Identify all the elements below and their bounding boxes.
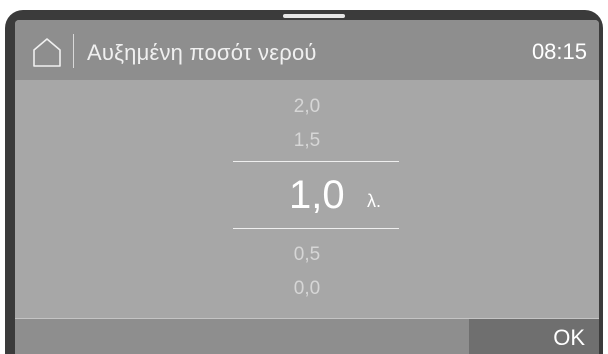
clock-time: 08:15 [531, 39, 587, 64]
unit-label: λ. [367, 191, 382, 211]
page-title: Αυξημένη ποσότ νερού [87, 40, 317, 65]
picker-option[interactable]: 1,5 [15, 130, 599, 152]
ok-button-label: OK [553, 325, 585, 350]
picker-option[interactable]: 0,5 [15, 244, 599, 266]
value-picker[interactable]: 2,0 1,5 1,0 λ. 0,5 0,0 [15, 80, 599, 318]
selection-divider-top [233, 161, 399, 162]
device-frame: Αυξημένη ποσότ νερού 08:15 2,0 1,5 1,0 λ… [5, 10, 603, 354]
top-indicator [283, 14, 345, 18]
ok-button[interactable]: OK [469, 319, 599, 354]
header-bar: Αυξημένη ποσότ νερού 08:15 [15, 20, 599, 80]
home-icon[interactable] [31, 36, 63, 68]
display-screen: Αυξημένη ποσότ νερού 08:15 2,0 1,5 1,0 λ… [15, 20, 599, 354]
header-separator [73, 34, 74, 68]
footer-bar: OK [15, 318, 599, 354]
selected-value: 1,0 [289, 173, 345, 217]
picker-option[interactable]: 2,0 [15, 96, 599, 118]
selection-divider-bottom [233, 228, 399, 229]
picker-option[interactable]: 0,0 [15, 278, 599, 300]
